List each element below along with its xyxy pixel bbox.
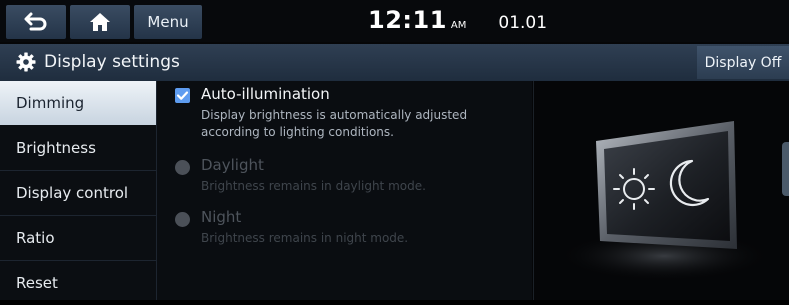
screen: Menu 12:11 AM 01.01 Display settings Dis… <box>0 0 789 300</box>
page-title: Display settings <box>44 52 180 72</box>
menu-button[interactable]: Menu <box>134 5 202 39</box>
auto-illumination-checkbox[interactable] <box>175 88 190 103</box>
option-title: Night <box>201 208 242 226</box>
clock-ampm: AM <box>450 20 467 31</box>
clock-date: 01.01 <box>498 13 548 33</box>
sidebar-item-label: Display control <box>16 184 129 202</box>
top-bar: Menu 12:11 AM 01.01 <box>0 0 789 42</box>
sidebar-item-label: Ratio <box>16 229 55 247</box>
option-description: Display brightness is automatically adju… <box>201 107 467 141</box>
daylight-radio[interactable] <box>175 160 190 175</box>
display-illustration <box>554 121 774 282</box>
home-icon <box>90 13 110 31</box>
display-off-label: Display Off <box>704 54 782 71</box>
options-panel: Auto-illumination Display brightness is … <box>157 81 532 300</box>
sidebar-item-label: Dimming <box>16 94 85 112</box>
back-button[interactable] <box>6 5 66 39</box>
display-off-button[interactable]: Display Off <box>697 46 789 79</box>
clock: 12:11 AM 01.01 <box>368 6 547 36</box>
sidebar-item-dimming[interactable]: Dimming <box>0 81 156 125</box>
sidebar-item-reset[interactable]: Reset <box>0 261 156 305</box>
option-description: Brightness remains in daylight mode. <box>201 179 426 193</box>
back-arrow-icon <box>24 12 47 31</box>
side-panel-handle[interactable] <box>782 142 789 196</box>
sidebar-item-ratio[interactable]: Ratio <box>0 216 156 260</box>
sidebar-item-display-control[interactable]: Display control <box>0 171 156 215</box>
description-line: Display brightness is automatically adju… <box>201 108 468 122</box>
illustration-panel <box>533 81 789 300</box>
home-button[interactable] <box>70 5 130 39</box>
option-title: Auto-illumination <box>201 85 330 103</box>
clock-time: 12:11 <box>368 6 447 34</box>
sidebar: Dimming Brightness Display control Ratio… <box>0 81 157 300</box>
menu-button-label: Menu <box>147 13 189 31</box>
title-bar: Display settings Display Off <box>0 44 789 81</box>
sidebar-item-brightness[interactable]: Brightness <box>0 126 156 170</box>
description-line: according to lighting conditions. <box>201 125 394 139</box>
sidebar-item-label: Reset <box>16 274 58 292</box>
checkmark-icon <box>176 91 189 100</box>
option-description: Brightness remains in night mode. <box>201 231 409 245</box>
night-radio[interactable] <box>175 212 190 227</box>
gear-icon <box>16 52 36 72</box>
option-title: Daylight <box>201 156 264 174</box>
sidebar-item-label: Brightness <box>16 139 96 157</box>
